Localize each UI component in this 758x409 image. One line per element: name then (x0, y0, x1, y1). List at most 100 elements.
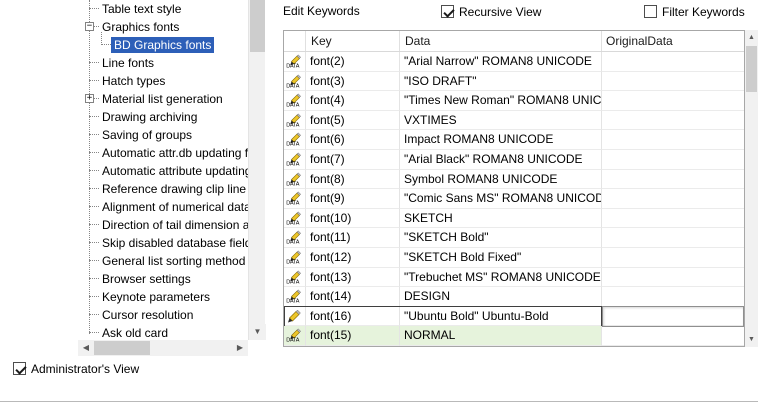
data-cell[interactable]: SKETCH (400, 209, 602, 229)
row-icon-cell[interactable]: DATA (284, 150, 306, 170)
tree-item-drawing-archiving[interactable]: Drawing archiving (78, 108, 248, 126)
key-cell[interactable]: font(10) (306, 209, 400, 229)
key-cell[interactable]: font(3) (306, 72, 400, 92)
tree-item-direction-of-tail-dimension-arrow[interactable]: Direction of tail dimension arrow (78, 216, 248, 234)
tree-horizontal-scrollbar[interactable]: ◀ ▶ (78, 340, 248, 356)
tree-item-browser-settings[interactable]: Browser settings (78, 270, 248, 288)
key-cell[interactable]: font(9) (306, 189, 400, 209)
checkbox-icon[interactable] (13, 362, 26, 375)
originaldata-cell[interactable] (602, 189, 744, 209)
data-cell[interactable]: "ISO DRAFT" (400, 72, 602, 92)
table-row-font-15[interactable]: DATAfont(15)NORMAL (284, 326, 744, 346)
data-cell[interactable]: VXTIMES (400, 111, 602, 131)
key-cell[interactable]: font(13) (306, 268, 400, 288)
tree-item-reference-drawing-clip-line-para[interactable]: Reference drawing clip line para (78, 180, 248, 198)
table-row-font-2[interactable]: DATAfont(2)"Arial Narrow" ROMAN8 UNICODE (284, 52, 744, 72)
data-cell[interactable]: "Times New Roman" ROMAN8 UNICO... (400, 91, 602, 111)
row-icon-cell[interactable]: DATA (284, 91, 306, 111)
administrators-view-checkbox[interactable]: Administrator's View (13, 361, 139, 376)
data-cell[interactable]: DESIGN (400, 287, 602, 307)
expand-icon[interactable]: + (85, 94, 94, 103)
data-cell[interactable]: "Ubuntu Bold" Ubuntu-Bold (400, 307, 602, 327)
table-row-font-3[interactable]: DATAfont(3)"ISO DRAFT" (284, 72, 744, 92)
scroll-down-button[interactable]: ▼ (745, 332, 758, 347)
column-header-icon[interactable] (284, 31, 306, 51)
table-row-font-11[interactable]: DATAfont(11)"SKETCH Bold" (284, 228, 744, 248)
key-cell[interactable]: font(16) (306, 307, 400, 327)
data-cell[interactable]: "Comic Sans MS" ROMAN8 UNICODE (400, 189, 602, 209)
row-icon-cell[interactable]: DATA (284, 52, 306, 72)
table-row-font-8[interactable]: DATAfont(8)Symbol ROMAN8 UNICODE (284, 170, 744, 190)
data-cell[interactable]: "SKETCH Bold" (400, 228, 602, 248)
tree-item-skip-disabled-database-fields[interactable]: Skip disabled database fields (78, 234, 248, 252)
checkbox-icon[interactable] (441, 5, 454, 18)
tree-item-automatic-attr-db-updating-func[interactable]: Automatic attr.db updating func (78, 144, 248, 162)
tree-item-keynote-parameters[interactable]: Keynote parameters (78, 288, 248, 306)
table-row-font-6[interactable]: DATAfont(6)Impact ROMAN8 UNICODE (284, 130, 744, 150)
tree-item-ask-old-card[interactable]: Ask old card (78, 324, 248, 340)
filter-keywords-checkbox[interactable]: Filter Keywords (644, 4, 745, 19)
row-icon-cell[interactable]: DATA (284, 268, 306, 288)
key-cell[interactable]: font(14) (306, 287, 400, 307)
scroll-right-button[interactable]: ▶ (232, 340, 248, 356)
originaldata-cell[interactable] (602, 170, 744, 190)
column-header-data[interactable]: Data (400, 31, 602, 51)
table-row-font-13[interactable]: DATAfont(13)"Trebuchet MS" ROMAN8 UNICOD… (284, 268, 744, 288)
checkbox-icon[interactable] (644, 5, 657, 18)
scroll-up-button[interactable]: ▲ (745, 30, 758, 45)
originaldata-cell[interactable] (602, 268, 744, 288)
table-row-font-9[interactable]: DATAfont(9)"Comic Sans MS" ROMAN8 UNICOD… (284, 189, 744, 209)
originaldata-cell[interactable] (602, 228, 744, 248)
tree-item-general-list-sorting-method[interactable]: General list sorting method (78, 252, 248, 270)
key-cell[interactable]: font(4) (306, 91, 400, 111)
originaldata-cell[interactable] (602, 287, 744, 307)
originaldata-cell[interactable] (602, 72, 744, 92)
key-cell[interactable]: font(5) (306, 111, 400, 131)
table-row-font-4[interactable]: DATAfont(4)"Times New Roman" ROMAN8 UNIC… (284, 91, 744, 111)
key-cell[interactable]: font(8) (306, 170, 400, 190)
row-icon-cell[interactable] (284, 307, 306, 327)
row-icon-cell[interactable]: DATA (284, 130, 306, 150)
originaldata-cell[interactable] (602, 326, 744, 346)
row-icon-cell[interactable]: DATA (284, 170, 306, 190)
tree-item-material-list-generation[interactable]: +Material list generation (78, 90, 248, 108)
data-cell[interactable]: "Arial Black" ROMAN8 UNICODE (400, 150, 602, 170)
table-row-font-7[interactable]: DATAfont(7)"Arial Black" ROMAN8 UNICODE (284, 150, 744, 170)
originaldata-cell[interactable] (602, 248, 744, 268)
originaldata-cell[interactable] (602, 52, 744, 72)
key-cell[interactable]: font(7) (306, 150, 400, 170)
data-cell[interactable]: "Trebuchet MS" ROMAN8 UNICODE (400, 268, 602, 288)
originaldata-cell[interactable] (602, 91, 744, 111)
originaldata-cell[interactable] (602, 150, 744, 170)
row-icon-cell[interactable]: DATA (284, 72, 306, 92)
tree-item-saving-of-groups[interactable]: Saving of groups (78, 126, 248, 144)
scroll-left-button[interactable]: ◀ (78, 340, 94, 356)
collapse-icon[interactable]: − (85, 22, 94, 31)
originaldata-cell[interactable] (602, 209, 744, 229)
tree-item-table-text-style[interactable]: Table text style (78, 0, 248, 18)
tree-vertical-scrollbar[interactable]: ▼ (248, 0, 265, 340)
grid-vertical-scrollbar[interactable]: ▲ ▼ (745, 30, 758, 347)
row-icon-cell[interactable]: DATA (284, 326, 306, 346)
row-icon-cell[interactable]: DATA (284, 111, 306, 131)
data-cell[interactable]: Impact ROMAN8 UNICODE (400, 130, 602, 150)
tree-item-automatic-attribute-updating-fu[interactable]: Automatic attribute updating fu (78, 162, 248, 180)
scrollbar-thumb[interactable] (250, 0, 265, 52)
table-row-font-16[interactable]: font(16)"Ubuntu Bold" Ubuntu-Bold (284, 307, 744, 327)
data-cell[interactable]: "SKETCH Bold Fixed" (400, 248, 602, 268)
data-cell[interactable]: NORMAL (400, 326, 602, 346)
column-header-key[interactable]: Key (306, 31, 400, 51)
column-header-originaldata[interactable]: OriginalData (602, 31, 744, 51)
key-cell[interactable]: font(15) (306, 326, 400, 346)
row-icon-cell[interactable]: DATA (284, 189, 306, 209)
table-row-font-10[interactable]: DATAfont(10)SKETCH (284, 209, 744, 229)
table-row-font-14[interactable]: DATAfont(14)DESIGN (284, 287, 744, 307)
key-cell[interactable]: font(2) (306, 52, 400, 72)
key-cell[interactable]: font(12) (306, 248, 400, 268)
key-cell[interactable]: font(11) (306, 228, 400, 248)
data-cell[interactable]: "Arial Narrow" ROMAN8 UNICODE (400, 52, 602, 72)
tree-item-cursor-resolution[interactable]: Cursor resolution (78, 306, 248, 324)
tree-item-hatch-types[interactable]: Hatch types (78, 72, 248, 90)
row-icon-cell[interactable]: DATA (284, 248, 306, 268)
scrollbar-thumb[interactable] (94, 341, 150, 355)
